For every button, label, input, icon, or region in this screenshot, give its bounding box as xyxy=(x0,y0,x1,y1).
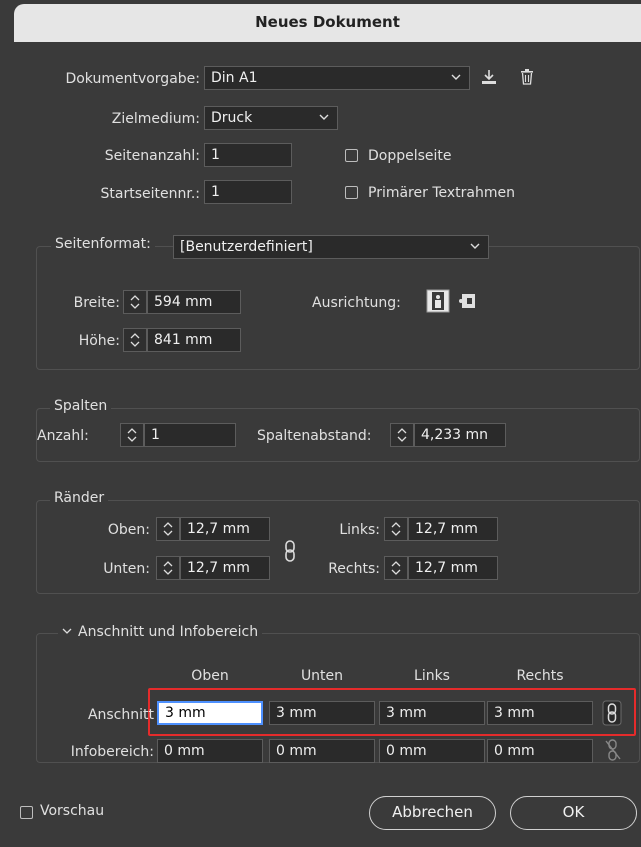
col-header-left: Links xyxy=(414,668,450,684)
bleed-slug-legend-text: Anschnitt und Infobereich xyxy=(78,624,259,640)
orientation-label: Ausrichtung: xyxy=(312,295,401,311)
column-count-input[interactable]: 1 xyxy=(144,423,236,447)
ok-button[interactable]: OK xyxy=(510,796,637,830)
slug-top-input[interactable]: 0 mm xyxy=(157,739,263,763)
margin-right-stepper[interactable] xyxy=(384,556,408,580)
bleed-slug-legend[interactable]: Anschnitt und Infobereich xyxy=(58,624,263,640)
bleed-top-input[interactable]: 3 mm xyxy=(157,701,263,725)
stepper-arrows-icon xyxy=(397,428,407,442)
pages-label: Seitenanzahl: xyxy=(104,148,200,164)
link-bleed-icon[interactable] xyxy=(602,700,622,726)
margin-top-label: Oben: xyxy=(107,522,150,538)
margin-top-input[interactable]: 12,7 mm xyxy=(180,517,270,541)
col-header-top: Oben xyxy=(191,668,229,684)
trash-icon[interactable] xyxy=(519,68,535,86)
save-preset-icon[interactable] xyxy=(480,68,498,86)
primary-text-frame-label: Primärer Textrahmen xyxy=(368,185,515,201)
margin-bottom-label: Unten: xyxy=(103,561,150,577)
bleed-bottom-input[interactable]: 3 mm xyxy=(269,701,375,725)
stepper-arrows-icon xyxy=(130,295,140,309)
col-header-bottom: Unten xyxy=(300,668,344,684)
link-margins-icon[interactable] xyxy=(282,539,298,563)
facing-pages-checkbox[interactable] xyxy=(345,149,358,162)
intent-value: Druck xyxy=(211,110,253,126)
margin-left-label: Links: xyxy=(339,522,380,538)
margin-bottom-stepper[interactable] xyxy=(156,556,180,580)
preset-dropdown[interactable]: Din A1 xyxy=(204,66,470,90)
margin-top-stepper[interactable] xyxy=(156,517,180,541)
margins-group xyxy=(36,500,640,594)
page-size-dropdown[interactable]: [Benutzerdefiniert] xyxy=(173,235,489,259)
height-stepper[interactable] xyxy=(123,328,147,352)
slug-label: Infobereich: xyxy=(70,744,154,760)
margin-left-stepper[interactable] xyxy=(384,517,408,541)
new-document-dialog: Neues Dokument Dokumentvorgabe: Din A1 Z… xyxy=(0,0,641,847)
width-input[interactable]: 594 mm xyxy=(147,290,241,314)
stepper-arrows-icon xyxy=(127,428,137,442)
primary-text-frame-checkbox[interactable] xyxy=(345,186,358,199)
chevron-down-icon xyxy=(470,243,480,249)
column-count-label: Anzahl: xyxy=(37,428,89,444)
landscape-orientation-icon[interactable] xyxy=(458,292,476,310)
margin-bottom-input[interactable]: 12,7 mm xyxy=(180,556,270,580)
preview-checkbox[interactable] xyxy=(20,806,33,819)
margin-left-input[interactable]: 12,7 mm xyxy=(408,517,498,541)
intent-label: Zielmedium: xyxy=(111,111,200,127)
height-input[interactable]: 841 mm xyxy=(147,328,241,352)
facing-pages-label: Doppelseite xyxy=(368,148,452,164)
stepper-arrows-icon xyxy=(391,522,401,536)
bleed-left-input[interactable]: 3 mm xyxy=(379,701,485,725)
chevron-down-icon xyxy=(319,114,329,120)
columns-legend: Spalten xyxy=(50,398,112,414)
margin-right-label: Rechts: xyxy=(328,561,380,577)
chevron-down-icon xyxy=(62,628,72,634)
intent-dropdown[interactable]: Druck xyxy=(204,106,338,130)
start-page-label: Startseitennr.: xyxy=(100,186,200,202)
unlink-slug-icon[interactable] xyxy=(604,738,622,762)
slug-bottom-input[interactable]: 0 mm xyxy=(269,739,375,763)
bleed-right-input[interactable]: 3 mm xyxy=(487,701,593,725)
slug-right-input[interactable]: 0 mm xyxy=(487,739,593,763)
slug-left-input[interactable]: 0 mm xyxy=(379,739,485,763)
width-stepper[interactable] xyxy=(123,290,147,314)
preview-label: Vorschau xyxy=(40,803,105,819)
col-header-right: Rechts xyxy=(516,668,564,684)
gutter-input[interactable]: 4,233 mn xyxy=(414,423,506,447)
pages-input[interactable]: 1 xyxy=(204,143,292,167)
portrait-orientation-icon[interactable] xyxy=(426,289,450,313)
stepper-arrows-icon xyxy=(130,333,140,347)
dialog-title: Neues Dokument xyxy=(14,4,641,42)
stepper-arrows-icon xyxy=(391,561,401,575)
margins-legend: Ränder xyxy=(50,490,109,506)
page-size-value: [Benutzerdefiniert] xyxy=(180,239,313,255)
start-page-input[interactable]: 1 xyxy=(204,180,292,204)
cancel-button[interactable]: Abbrechen xyxy=(369,796,496,830)
page-size-legend: Seitenformat: xyxy=(51,236,155,252)
margin-right-input[interactable]: 12,7 mm xyxy=(408,556,498,580)
preset-label: Dokumentvorgabe: xyxy=(65,71,200,87)
gutter-stepper[interactable] xyxy=(390,423,414,447)
column-count-stepper[interactable] xyxy=(120,423,144,447)
gutter-label: Spaltenabstand: xyxy=(257,428,372,444)
stepper-arrows-icon xyxy=(163,522,173,536)
height-label: Höhe: xyxy=(78,333,120,349)
chevron-down-icon xyxy=(451,74,461,80)
width-label: Breite: xyxy=(73,295,120,311)
preset-value: Din A1 xyxy=(211,70,258,86)
stepper-arrows-icon xyxy=(163,561,173,575)
bleed-label: Anschnitt xyxy=(87,707,154,723)
